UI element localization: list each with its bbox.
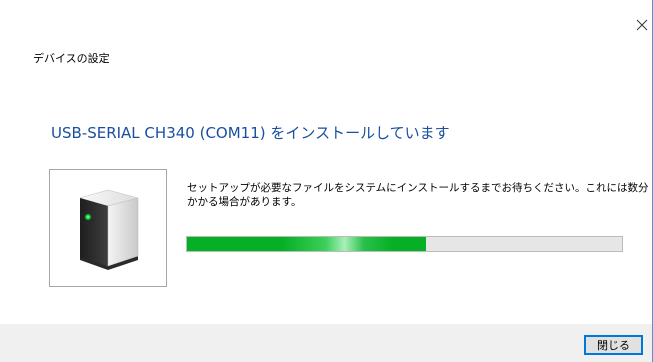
- close-window-icon[interactable]: [634, 17, 650, 33]
- device-image-frame: [49, 169, 167, 287]
- dialog-footer: [0, 324, 652, 362]
- description-line-1: セットアップが必要なファイルをシステムにインストールするまでお待ちください。これ…: [187, 182, 649, 194]
- installing-heading: USB-SERIAL CH340 (COM11) をインストールしています: [51, 124, 450, 142]
- window-title: デバイスの設定: [33, 52, 110, 65]
- install-description: セットアップが必要なファイルをシステムにインストールするまでお待ちください。これ…: [187, 181, 649, 209]
- device-settings-window: デバイスの設定 USB-SERIAL CH340 (COM11) をインストール…: [0, 0, 653, 362]
- description-line-2: かかる場合があります。: [187, 196, 302, 208]
- usb-drive-icon: [79, 189, 139, 270]
- close-button[interactable]: 閉じる: [584, 335, 643, 355]
- install-progress-bar: [186, 236, 623, 252]
- progress-fill: [187, 237, 427, 251]
